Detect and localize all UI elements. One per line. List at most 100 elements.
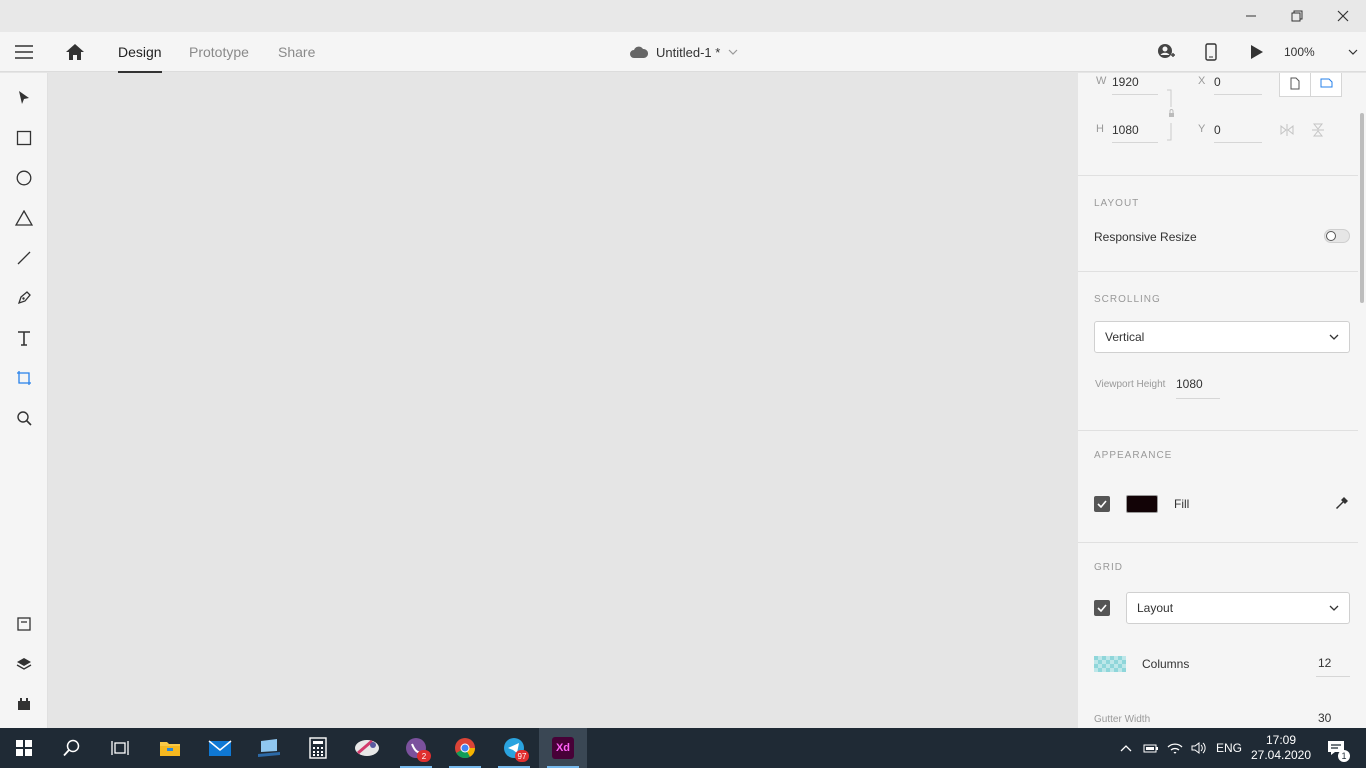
layout-section: LAYOUT Responsive Resize [1078,176,1358,272]
battery-icon [1143,744,1158,753]
window-restore-button[interactable] [1274,0,1320,32]
device-preview-icon[interactable] [1199,40,1223,64]
line-tool-icon[interactable] [12,246,36,270]
share-user-icon[interactable] [1154,40,1178,64]
appearance-heading: APPEARANCE [1094,450,1173,461]
taskbar-search-button[interactable] [48,728,96,768]
file-explorer-button[interactable] [146,728,194,768]
flip-horizontal-icon[interactable] [1280,124,1294,136]
grid-checkbox[interactable] [1094,600,1110,616]
viber-notification-badge: 2 [417,750,431,762]
checkmark-icon [1097,500,1107,508]
clock[interactable]: 17:09 27.04.2020 [1250,728,1312,768]
notification-count-badge: 1 [1338,750,1350,762]
height-input[interactable]: 1080 [1112,121,1158,143]
width-label: W [1096,75,1107,87]
laptop-icon [258,739,280,757]
assets-panel-icon[interactable] [12,612,36,636]
grid-color-swatch[interactable] [1094,656,1126,672]
flip-vertical-icon[interactable] [1312,123,1324,137]
window-minimize-button[interactable] [1228,0,1274,32]
grid-type-select[interactable]: Layout [1126,592,1350,624]
ellipse-tool-icon[interactable] [12,166,36,190]
viewport-height-input[interactable]: 1080 [1176,375,1220,399]
gutter-width-value[interactable]: 30 [1318,711,1331,725]
portrait-page-icon [1290,77,1300,89]
task-view-icon [111,741,129,755]
calculator-button[interactable] [294,728,342,768]
rectangle-tool-icon[interactable] [12,126,36,150]
plugins-panel-icon[interactable] [12,692,36,716]
tab-design[interactable]: Design [118,32,162,73]
snip-sketch-icon [355,739,379,756]
responsive-resize-toggle[interactable] [1324,229,1350,243]
chevron-down-icon [1329,334,1339,340]
document-title: Untitled-1 * [656,44,721,60]
fill-checkbox[interactable] [1094,496,1110,512]
snip-tool-button[interactable] [343,728,391,768]
task-view-button[interactable] [96,728,144,768]
zoom-tool-icon[interactable] [12,406,36,430]
y-input[interactable]: 0 [1214,121,1262,143]
chevron-up-icon [1120,745,1132,752]
document-title-dropdown[interactable]: Untitled-1 * [630,32,738,72]
scrolling-mode-select[interactable]: Vertical [1094,321,1350,353]
pen-tool-icon[interactable] [12,286,36,310]
viber-button[interactable]: 2 [392,728,440,768]
columns-input[interactable]: 12 [1316,651,1350,677]
polygon-tool-icon[interactable] [12,206,36,230]
language-label: ENG [1215,741,1242,755]
x-input[interactable]: 0 [1214,73,1262,95]
restore-icon [1291,10,1303,22]
tools-toolbar [0,73,48,728]
artboard-tool-icon[interactable] [12,366,36,390]
lock-aspect-icon[interactable] [1166,89,1176,141]
grid-section: GRID Layout Columns 12 Gutter Width 30 [1078,543,1358,728]
clock-time: 17:09 [1265,733,1297,747]
height-label: H [1096,123,1104,135]
text-tool-icon[interactable] [12,326,36,350]
battery-tray-button[interactable] [1140,728,1162,768]
folder-icon [160,742,180,756]
scrolling-heading: SCROLLING [1094,294,1161,305]
portrait-orientation-button[interactable] [1279,73,1311,97]
calculator-icon [309,737,327,759]
action-center-button[interactable]: 1 [1318,728,1354,768]
chevron-down-icon [1348,49,1358,55]
width-value: 1920 [1112,75,1139,89]
telegram-button[interactable]: 97 [490,728,538,768]
hamburger-menu-icon[interactable] [12,40,36,64]
show-hidden-icons-button[interactable] [1116,728,1136,768]
fill-color-swatch[interactable] [1126,495,1158,513]
windows-taskbar: 2 97 Xd ENG 17:09 27.04.2020 1 [0,728,1366,768]
tab-share[interactable]: Share [278,32,315,72]
minimize-icon [1246,15,1256,17]
home-icon[interactable] [63,40,87,64]
start-button[interactable] [0,728,48,768]
window-close-button[interactable] [1320,0,1366,32]
columns-value: 12 [1318,656,1332,670]
zoom-dropdown[interactable]: 100% [1284,32,1358,72]
network-tray-button[interactable] [1164,728,1186,768]
tab-prototype[interactable]: Prototype [189,32,249,72]
play-preview-icon[interactable] [1245,40,1269,64]
chrome-button[interactable] [441,728,489,768]
adobe-xd-button[interactable]: Xd [539,728,587,768]
volume-tray-button[interactable] [1188,728,1210,768]
clock-date: 27.04.2020 [1250,748,1312,762]
panel-scrollbar[interactable] [1360,113,1364,303]
width-input[interactable]: 1920 [1112,73,1158,95]
appearance-section: APPEARANCE Fill [1078,431,1358,543]
scrolling-mode-value: Vertical [1105,330,1145,344]
language-indicator[interactable]: ENG [1212,728,1246,768]
wifi-icon [1167,743,1183,754]
layers-panel-icon[interactable] [12,652,36,676]
select-tool-icon[interactable] [12,86,36,110]
landscape-orientation-button[interactable] [1310,73,1342,97]
desktop-app-button[interactable] [245,728,293,768]
mail-button[interactable] [196,728,244,768]
design-canvas[interactable] [48,73,1078,728]
windows-logo-icon [16,740,32,756]
eyedropper-icon[interactable] [1335,496,1349,510]
columns-label: Columns [1142,657,1190,671]
